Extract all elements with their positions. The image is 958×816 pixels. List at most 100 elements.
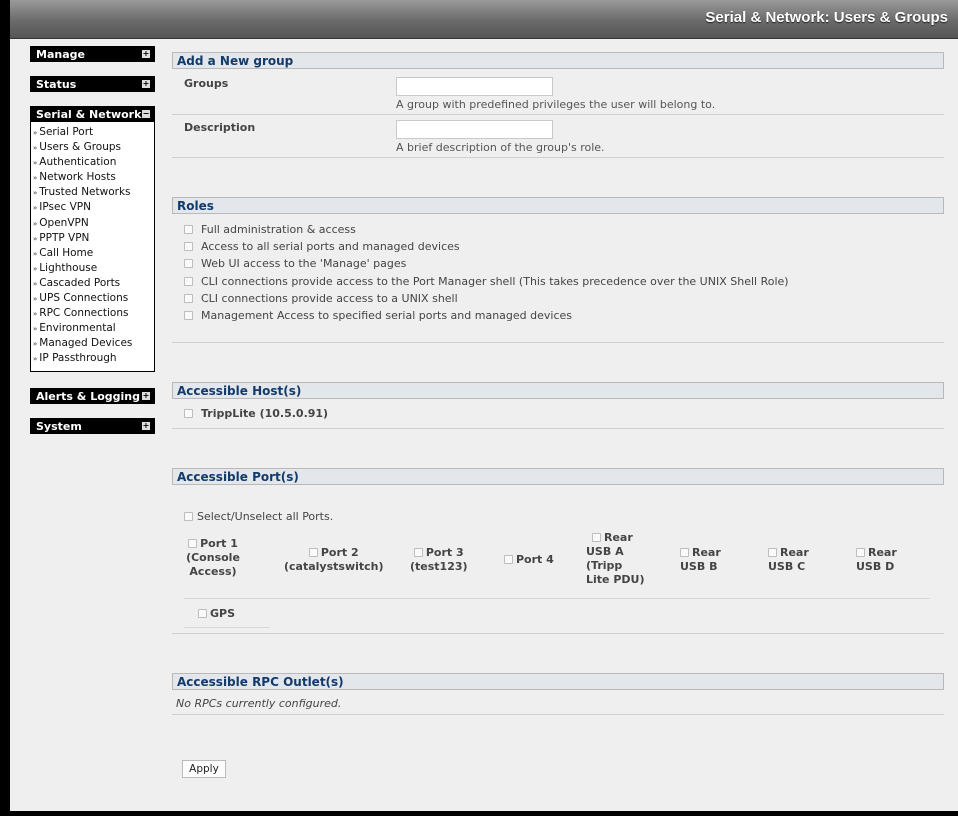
expand-icon: +	[142, 79, 150, 88]
checkbox[interactable]	[184, 225, 193, 234]
role-cli-unix-shell: CLI connections provide access to a UNIX…	[184, 292, 458, 305]
checkbox[interactable]	[184, 259, 193, 268]
nav-manage-label: Manage	[36, 48, 85, 61]
groups-input[interactable]	[396, 77, 553, 96]
sidebar-item-call-home[interactable]: » Call Home	[33, 246, 154, 261]
add-group-section: Add a New group	[172, 52, 944, 69]
rear-usb-c-option: Rear USB C	[768, 546, 809, 573]
chevron-right-icon: »	[33, 264, 38, 273]
nav-manage[interactable]: Manage +	[30, 46, 155, 62]
rpc-section: Accessible RPC Outlet(s)	[172, 673, 944, 690]
sidebar-item-environmental[interactable]: » Environmental	[33, 321, 154, 336]
checkbox[interactable]	[680, 548, 689, 557]
checkbox[interactable]	[184, 242, 193, 251]
sidebar-item-network-hosts[interactable]: » Network Hosts	[33, 170, 154, 185]
gps-option: GPS	[198, 607, 235, 621]
page-title: Serial & Network: Users & Groups	[705, 9, 948, 26]
chevron-right-icon: »	[33, 129, 38, 137]
collapse-icon: −	[142, 109, 150, 118]
sidebar-item-cascaded-ports[interactable]: » Cascaded Ports	[33, 276, 154, 291]
port-4-option: Port 4	[504, 553, 554, 567]
divider	[172, 428, 944, 429]
sidebar-item-managed-devices[interactable]: » Managed Devices	[33, 336, 154, 351]
chevron-right-icon: »	[33, 189, 38, 198]
sidebar-item-openvpn[interactable]: » OpenVPN	[33, 216, 154, 231]
checkbox[interactable]	[184, 512, 193, 521]
checkbox[interactable]	[768, 548, 777, 557]
sidebar-item-lighthouse[interactable]: » Lighthouse	[33, 261, 154, 276]
description-hint: A brief description of the group's role.	[396, 141, 605, 154]
checkbox[interactable]	[184, 409, 193, 418]
sidebar-item-pptp-vpn[interactable]: » PPTP VPN	[33, 231, 154, 246]
chevron-right-icon: »	[33, 219, 38, 228]
checkbox[interactable]	[308, 548, 318, 557]
role-management-access: Management Access to specified serial po…	[184, 309, 572, 322]
role-web-ui-manage: Web UI access to the 'Manage' pages	[184, 257, 406, 270]
sidebar-item-ip-passthrough[interactable]: » IP Passthrough	[33, 351, 154, 366]
section-heading: Accessible Host(s)	[172, 382, 944, 399]
port-1-option: Port 1 (Console Access)	[186, 537, 240, 578]
host-tripplite: TrippLite (10.5.0.91)	[184, 407, 328, 420]
role-cli-port-manager: CLI connections provide access to the Po…	[184, 275, 789, 288]
nav-system[interactable]: System +	[30, 417, 155, 434]
rpc-empty-message: No RPCs currently configured.	[176, 697, 342, 710]
window-left-border	[0, 0, 10, 816]
sidebar-item-users-groups[interactable]: » Users & Groups	[33, 140, 154, 155]
checkbox[interactable]	[184, 294, 193, 303]
roles-section: Roles	[172, 197, 944, 214]
sidebar-item-serial-port[interactable]: » Serial Port	[33, 125, 154, 140]
sidebar-item-trusted-networks[interactable]: » Trusted Networks	[33, 185, 154, 200]
checkbox[interactable]	[592, 533, 601, 542]
section-heading: Roles	[172, 197, 944, 214]
divider	[172, 633, 944, 634]
nav-alerts-logging[interactable]: Alerts & Logging +	[30, 387, 155, 404]
window-bottom-border	[10, 811, 958, 816]
divider	[172, 157, 944, 158]
chevron-right-icon: »	[33, 234, 38, 243]
nav-status[interactable]: Status +	[30, 76, 155, 92]
expand-icon: +	[142, 420, 150, 430]
divider	[172, 714, 944, 715]
sidebar-item-rpc-connections[interactable]: » RPC Connections	[33, 306, 154, 321]
chevron-right-icon: »	[33, 355, 38, 364]
serial-network-submenu: » Serial Port » Users & Groups » Authentica…	[30, 122, 155, 372]
divider	[184, 627, 270, 628]
chevron-right-icon: »	[33, 204, 38, 213]
apply-button[interactable]: Apply	[182, 760, 226, 778]
role-all-serial-ports: Access to all serial ports and managed d…	[184, 240, 460, 253]
checkbox[interactable]	[184, 311, 193, 320]
chevron-right-icon: »	[33, 340, 38, 349]
chevron-right-icon: »	[33, 249, 38, 258]
chevron-right-icon: »	[33, 310, 38, 319]
rear-usb-b-option: Rear USB B	[680, 546, 721, 573]
sidebar-item-ups-connections[interactable]: » UPS Connections	[33, 291, 154, 306]
checkbox[interactable]	[198, 609, 207, 618]
chevron-right-icon: »	[33, 295, 38, 304]
sidebar-nav: Manage + Status + Serial & Network − » Se…	[30, 46, 155, 434]
chevron-right-icon: »	[33, 144, 38, 153]
checkbox[interactable]	[504, 555, 513, 564]
chevron-right-icon: »	[33, 325, 38, 334]
sidebar-item-ipsec-vpn[interactable]: » IPsec VPN	[33, 200, 154, 215]
section-heading: Accessible Port(s)	[172, 468, 944, 485]
checkbox[interactable]	[184, 277, 193, 286]
description-input[interactable]	[396, 120, 553, 139]
checkbox[interactable]	[188, 539, 198, 548]
sidebar-item-authentication[interactable]: » Authentication	[33, 155, 154, 170]
groups-label: Groups	[184, 77, 229, 90]
chevron-right-icon: »	[33, 279, 38, 288]
nav-serial-network[interactable]: Serial & Network −	[30, 106, 155, 122]
section-heading: Add a New group	[172, 52, 944, 69]
section-heading: Accessible RPC Outlet(s)	[172, 673, 944, 690]
expand-icon: +	[142, 390, 150, 400]
checkbox[interactable]	[413, 548, 423, 557]
hosts-section: Accessible Host(s)	[172, 382, 944, 399]
nav-status-label: Status	[36, 78, 77, 91]
chevron-right-icon: »	[33, 174, 38, 183]
description-label: Description	[184, 121, 256, 134]
nav-system-label: System	[36, 419, 82, 433]
port-2-option: Port 2 (catalystswitch)	[284, 546, 384, 573]
checkbox[interactable]	[856, 548, 865, 557]
title-bar: Serial & Network: Users & Groups	[10, 0, 958, 39]
groups-hint: A group with predefined privileges the u…	[396, 98, 716, 111]
